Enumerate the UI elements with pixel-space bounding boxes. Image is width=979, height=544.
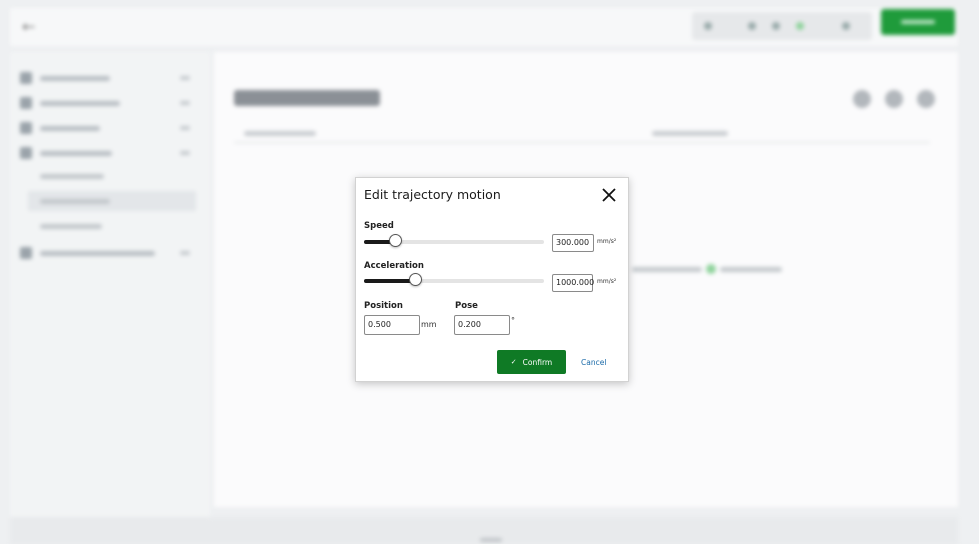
status-dot: [772, 22, 780, 30]
sidebar-item[interactable]: [20, 121, 190, 135]
sidebar-subitem[interactable]: [40, 174, 104, 179]
menu-icon: [20, 72, 32, 84]
status-indicators: [692, 12, 872, 40]
close-icon[interactable]: [601, 187, 617, 203]
sidebar-item[interactable]: [20, 146, 190, 160]
position-label: Position: [364, 301, 403, 311]
speed-label: Speed: [364, 221, 394, 231]
drag-handle[interactable]: [480, 538, 502, 542]
pose-input[interactable]: 0.200: [454, 315, 510, 335]
sidebar-item[interactable]: [20, 246, 190, 260]
menu-icon: [20, 147, 32, 159]
sidebar-item[interactable]: [20, 71, 190, 85]
status-dot: [748, 22, 756, 30]
toolbar-icon[interactable]: [885, 90, 903, 108]
position-input[interactable]: 0.500: [364, 315, 420, 335]
back-arrow-icon[interactable]: ←: [22, 17, 35, 36]
acceleration-label: Acceleration: [364, 261, 424, 271]
sidebar-item[interactable]: [20, 96, 190, 110]
empty-state-text: [720, 267, 782, 272]
speed-slider[interactable]: [364, 234, 544, 248]
menu-icon: [20, 247, 32, 259]
pose-label: Pose: [455, 301, 478, 311]
confirm-label: Confirm: [522, 357, 553, 367]
confirm-button[interactable]: ✓ Confirm: [497, 350, 566, 374]
divider: [234, 142, 930, 143]
menu-icon: [20, 97, 32, 109]
status-dot: [704, 22, 712, 30]
menu-icon: [20, 122, 32, 134]
speed-input[interactable]: 300.000: [552, 234, 594, 252]
dialog-title: Edit trajectory motion: [364, 187, 501, 202]
empty-state-text: [632, 267, 702, 272]
sidebar-subitem[interactable]: [40, 199, 110, 204]
sidebar-subitem[interactable]: [40, 224, 102, 229]
acceleration-unit: mm/s²: [597, 278, 617, 285]
speed-unit: mm/s²: [597, 238, 617, 245]
toolbar-icon[interactable]: [853, 90, 871, 108]
column-header: [244, 131, 316, 136]
edit-trajectory-dialog: Edit trajectory motion Speed 300.000 mm/…: [355, 177, 629, 382]
cancel-button[interactable]: Cancel: [581, 358, 606, 367]
slider-thumb[interactable]: [389, 234, 403, 247]
toolbar-icon[interactable]: [917, 90, 935, 108]
status-dot: [842, 22, 850, 30]
column-header: [652, 131, 728, 136]
position-unit: mm: [421, 320, 437, 329]
page-title: [234, 90, 380, 106]
check-icon: ✓: [510, 358, 517, 366]
status-dot: [796, 22, 804, 30]
top-action-button[interactable]: [881, 9, 955, 35]
acceleration-slider[interactable]: [364, 273, 544, 287]
slider-thumb[interactable]: [409, 273, 423, 286]
add-icon: [706, 264, 716, 274]
pose-unit: °: [511, 316, 515, 325]
acceleration-input[interactable]: 1000.000: [552, 274, 594, 292]
